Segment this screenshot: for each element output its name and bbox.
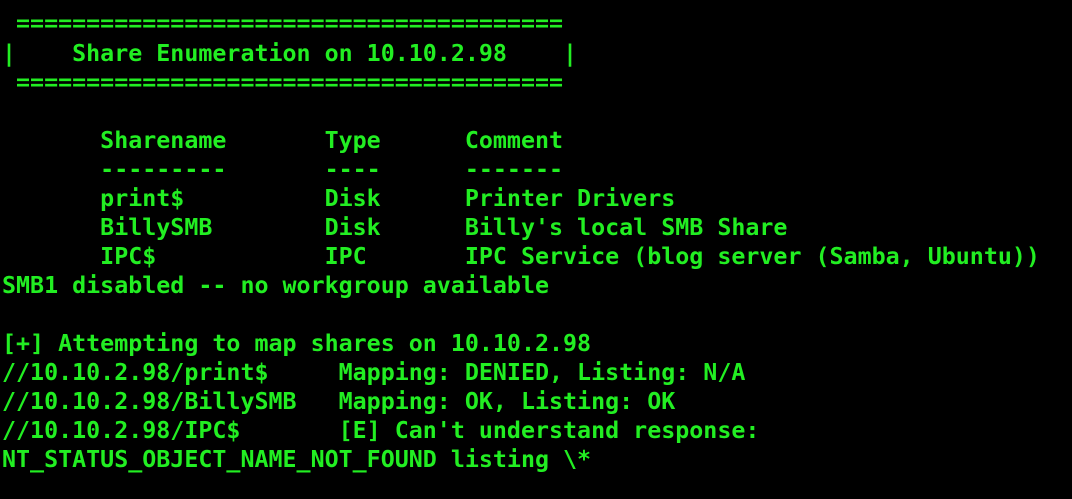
banner-bottom-border: ======================================= xyxy=(2,69,564,96)
terminal-window[interactable]: ======================================= … xyxy=(0,0,1072,499)
mapping-attempt-line: [+] Attempting to map shares on 10.10.2.… xyxy=(2,330,592,357)
banner-title: | Share Enumeration on 10.10.2.98 | xyxy=(2,40,578,67)
share-row-print: print$ Disk Printer Drivers xyxy=(2,185,676,212)
share-table-header: Sharename Type Comment xyxy=(2,127,564,154)
mapping-result-ipc: //10.10.2.98/IPC$ [E] Can't understand r… xyxy=(2,417,760,444)
mapping-result-print: //10.10.2.98/print$ Mapping: DENIED, Lis… xyxy=(2,359,746,386)
smb1-status-line: SMB1 disabled -- no workgroup available xyxy=(2,272,550,299)
share-row-ipc: IPC$ IPC IPC Service (blog server (Samba… xyxy=(2,243,1040,270)
banner-top-border: ======================================= xyxy=(2,10,564,37)
share-row-billysmb: BillySMB Disk Billy's local SMB Share xyxy=(2,214,788,241)
mapping-result-billysmb: //10.10.2.98/BillySMB Mapping: OK, Listi… xyxy=(2,388,676,415)
error-status-line: NT_STATUS_OBJECT_NAME_NOT_FOUND listing … xyxy=(2,446,592,473)
share-table-divider: --------- ---- ------- xyxy=(2,156,564,183)
